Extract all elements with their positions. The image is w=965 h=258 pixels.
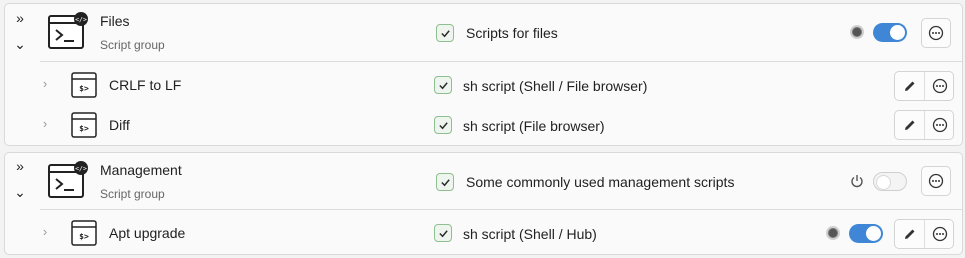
more-horizontal-icon (932, 226, 948, 242)
svg-text:</>: </> (75, 165, 87, 173)
script-description: sh script (Shell / Hub) (463, 226, 597, 242)
power-icon (851, 175, 863, 188)
check-icon (438, 81, 448, 89)
script-name: CRLF to LF (109, 77, 182, 93)
pencil-icon (905, 81, 915, 91)
more-button[interactable] (925, 72, 955, 100)
svg-text:</>: </> (75, 16, 87, 24)
group-subtitle: Script group (100, 187, 165, 201)
group-description: Some commonly used management scripts (466, 174, 735, 190)
shell-script-icon: $> (71, 112, 97, 138)
check-icon (438, 229, 448, 237)
edit-button[interactable] (895, 72, 925, 100)
group-collapse-toggle[interactable]: » ⌄ (11, 11, 29, 51)
divider (40, 209, 962, 210)
script-description: sh script (Shell / File browser) (463, 78, 648, 94)
script-checkbox[interactable] (434, 224, 452, 242)
more-horizontal-icon (928, 173, 944, 189)
group-title: Management (100, 162, 182, 178)
terminal-code-icon: </> (48, 161, 88, 198)
script-actions (894, 71, 954, 101)
group-collapse-toggle[interactable]: » ⌄ (11, 159, 29, 199)
script-group-files: » ⌄ </> Files Script group Scripts for f… (4, 3, 963, 146)
group-description-checkbox[interactable] (436, 24, 454, 42)
script-name: Diff (109, 117, 130, 133)
group-enable-toggle[interactable] (873, 23, 907, 42)
check-icon (438, 121, 448, 129)
script-actions (894, 219, 954, 249)
double-chevron-right-icon[interactable]: » (16, 11, 24, 25)
more-horizontal-icon (932, 78, 948, 94)
group-enable-toggle[interactable] (873, 172, 907, 191)
chevron-right-icon[interactable]: › (39, 76, 51, 91)
group-subtitle: Script group (100, 38, 165, 52)
group-description-checkbox[interactable] (436, 173, 454, 191)
svg-text:$>: $> (79, 232, 89, 241)
more-horizontal-icon (928, 25, 944, 41)
double-chevron-right-icon[interactable]: » (16, 159, 24, 173)
script-checkbox[interactable] (434, 116, 452, 134)
chevron-right-icon[interactable]: › (39, 116, 51, 131)
group-more-button[interactable] (921, 166, 951, 196)
more-button[interactable] (925, 220, 955, 248)
script-actions (894, 110, 954, 140)
chevron-down-icon[interactable]: ⌄ (14, 185, 26, 199)
script-description: sh script (File browser) (463, 118, 605, 134)
script-name: Apt upgrade (109, 225, 186, 241)
pencil-icon (905, 229, 915, 239)
more-horizontal-icon (932, 117, 948, 133)
check-icon (440, 29, 450, 37)
script-checkbox[interactable] (434, 76, 452, 94)
terminal-code-icon: </> (48, 12, 88, 49)
script-group-management: » ⌄ </> Management Script group Some com… (4, 152, 963, 255)
svg-text:$>: $> (79, 124, 89, 133)
edit-button[interactable] (895, 111, 925, 139)
more-button[interactable] (925, 111, 955, 139)
group-more-button[interactable] (921, 18, 951, 48)
status-indicator (850, 25, 864, 39)
chevron-right-icon[interactable]: › (39, 224, 51, 239)
script-enable-toggle[interactable] (849, 224, 883, 243)
status-indicator (826, 226, 840, 240)
pencil-icon (905, 120, 915, 130)
edit-button[interactable] (895, 220, 925, 248)
shell-script-icon: $> (71, 72, 97, 98)
shell-script-icon: $> (71, 220, 97, 246)
svg-text:$>: $> (79, 84, 89, 93)
group-description: Scripts for files (466, 25, 558, 41)
divider (40, 61, 962, 62)
group-title: Files (100, 13, 130, 29)
check-icon (440, 178, 450, 186)
chevron-down-icon[interactable]: ⌄ (14, 37, 26, 51)
